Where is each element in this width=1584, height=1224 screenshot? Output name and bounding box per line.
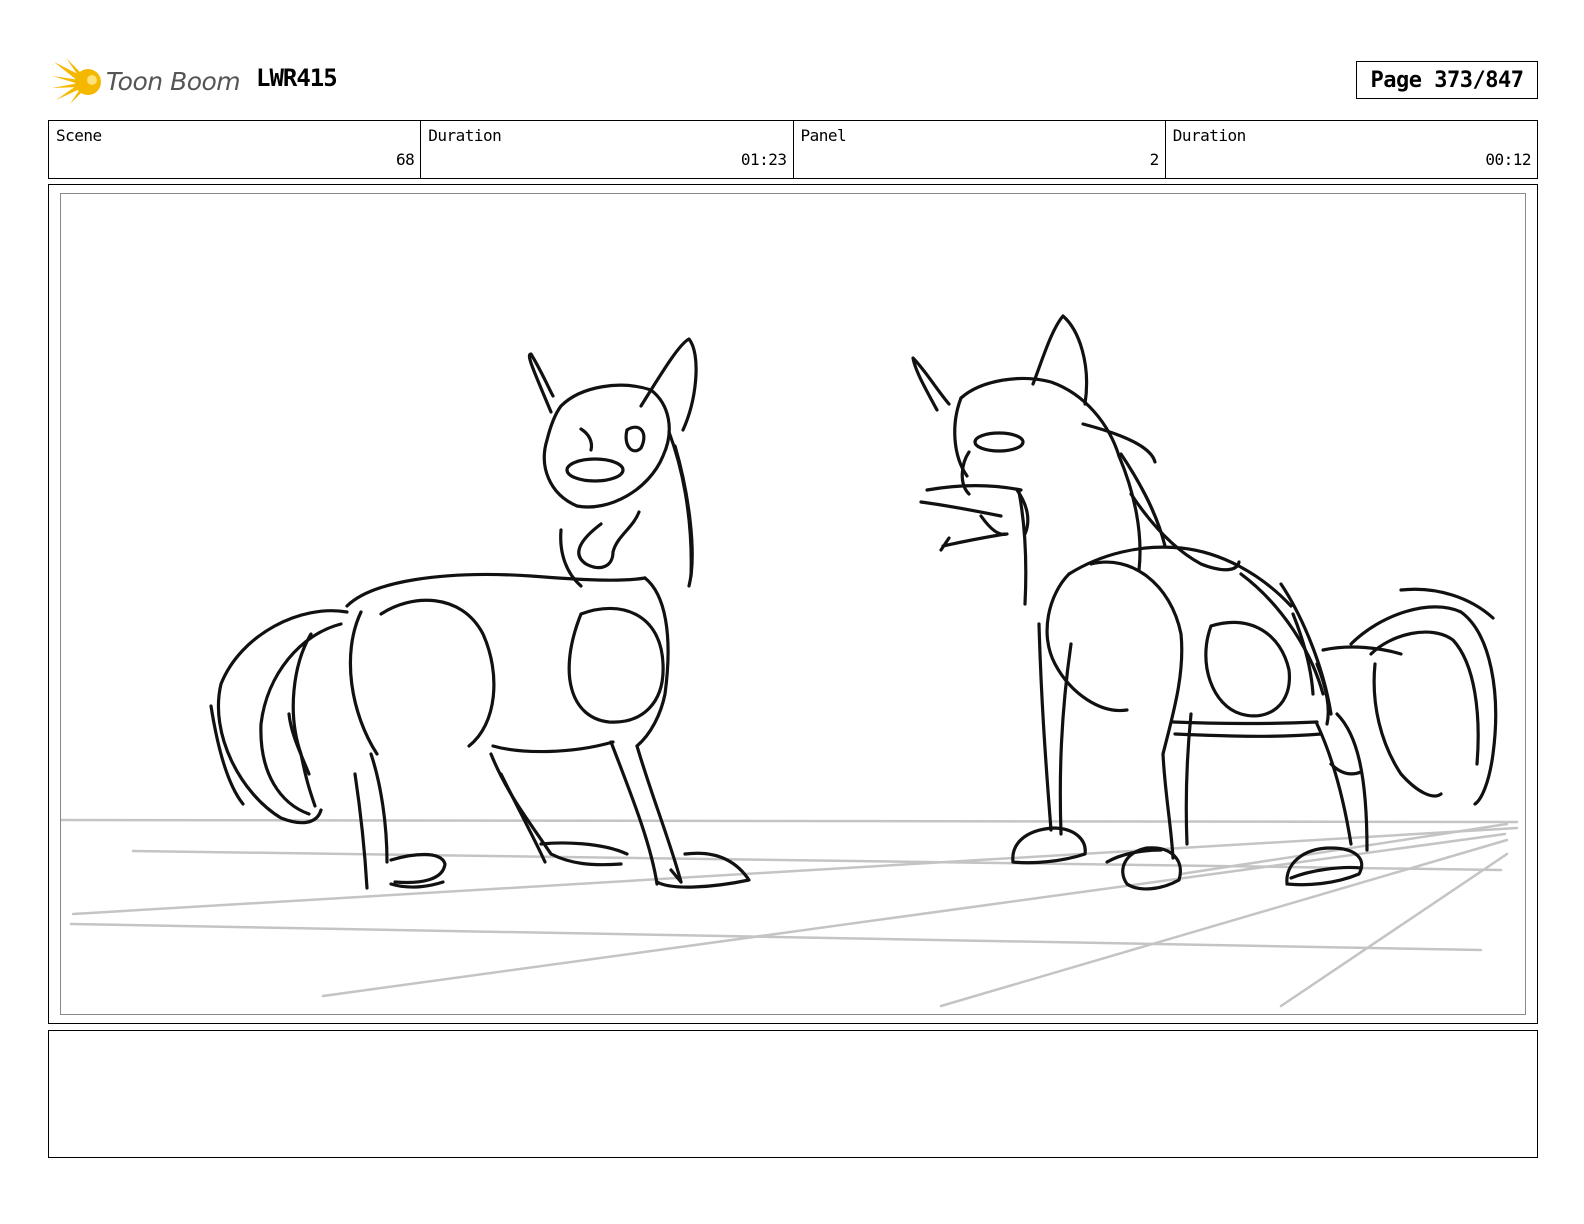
scene-value: 68 [395,150,415,169]
left-wolf-sketch [209,337,751,890]
scene-duration-value: 01:23 [740,150,787,169]
scene-label: Scene [56,126,102,145]
project-code: LWR415 [256,64,338,92]
storyboard-panel-frame [48,184,1538,1024]
storyboard-panel-image [60,193,1526,1015]
panel-label: Panel [800,126,847,145]
scene-info-bar: Scene 68 Duration 01:23 Panel 2 Duration… [48,120,1538,179]
logo-wordmark: Toon Boom [106,66,241,96]
scene-duration-label: Duration [428,126,502,145]
right-wolf-sketch [911,314,1498,891]
panel-duration-value: 00:12 [1485,150,1531,169]
panel-duration-cell: Duration 00:12 [1166,121,1537,178]
panel-caption-box [48,1030,1538,1158]
toon-boom-logo: Toon Boom [52,56,241,106]
scene-cell: Scene 68 [49,121,422,178]
storyboard-sketch-icon [61,314,1519,1008]
panel-value: 2 [1149,150,1160,169]
page-number-badge: Page 373/847 [1356,61,1538,99]
scene-duration-cell: Duration 01:23 [421,121,794,178]
sunburst-icon [52,58,101,104]
panel-cell: Panel 2 [794,121,1166,178]
panel-duration-label: Duration [1172,126,1247,145]
